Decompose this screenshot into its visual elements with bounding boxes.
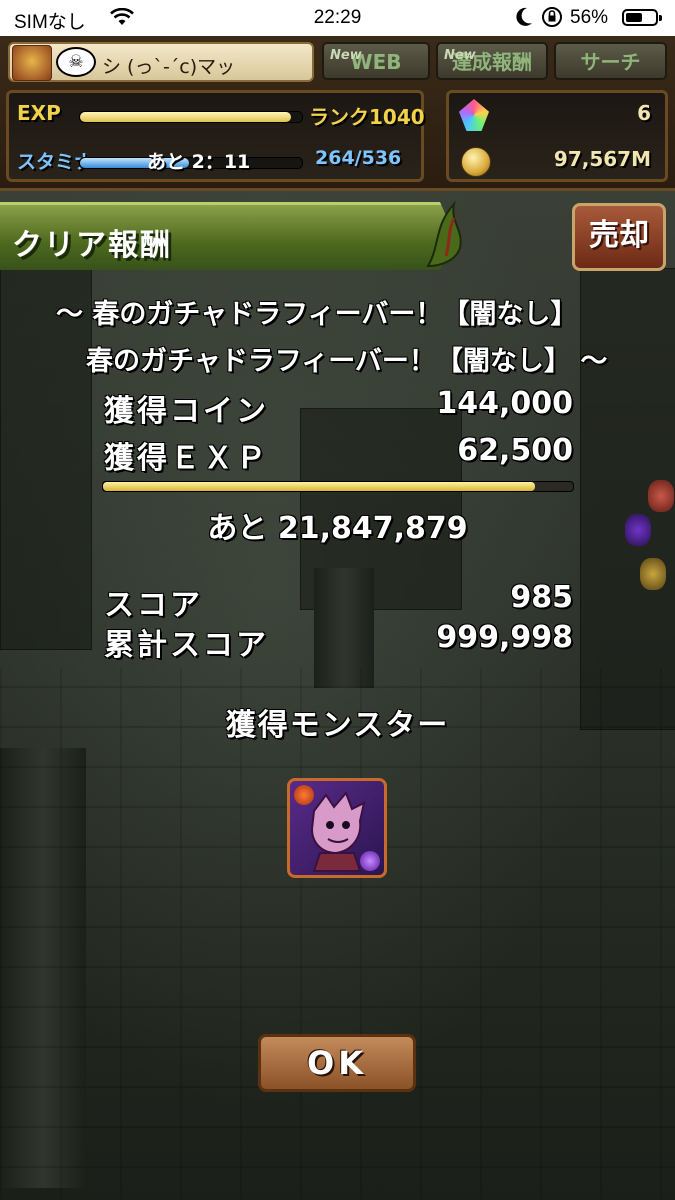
web-button[interactable]: New WEB [322, 42, 430, 80]
page-title: クリア報酬 [12, 228, 172, 263]
exp-reward-value: 62,500 [457, 433, 573, 468]
coin-reward-label: 獲得コイン [104, 394, 269, 429]
exp-remaining: あと 21,847,879 [207, 511, 468, 546]
header-top-row: ☠ シ (っ`-´c)マッ New WEB New 達成報酬 サーチ [4, 40, 671, 84]
emblem-icon: ☠ [56, 47, 96, 77]
stamina-value: 264/536 [315, 147, 402, 169]
coin-count: 97,567M [553, 147, 651, 171]
search-button[interactable]: サーチ [554, 42, 667, 80]
orientation-lock-icon [542, 7, 562, 27]
currency-panel: 6 97,567M [446, 90, 668, 182]
player-header: ☠ シ (っ`-´c)マッ New WEB New 達成報酬 サーチ EXP ラ… [0, 36, 675, 191]
coin-reward-value: 144,000 [436, 386, 573, 421]
avatar-icon [12, 45, 52, 81]
coin-icon [461, 147, 491, 177]
player-name: シ (っ`-´c)マッ [102, 56, 236, 78]
title-banner: クリア報酬 [0, 202, 455, 270]
rank-value: ランク1040 [309, 105, 425, 129]
monster-heading: 獲得モンスター [225, 708, 450, 743]
exp-label: EXP [17, 101, 61, 125]
total-score-value: 999,998 [436, 620, 573, 655]
exp-stamina-panel: EXP ランク1040 スタミナ あと 2：11 264/536 [6, 90, 425, 182]
dungeon-name-line1: ～ 春のガチャドラフィーバー！【闇なし】 [56, 299, 578, 330]
dungeon-floor [0, 668, 675, 1200]
battery-percent: 56% [570, 7, 609, 28]
ios-status-bar: SIMなし 22:29 56% [0, 0, 675, 36]
dungeon-name-line2: 春のガチャドラフィーバー！【闇なし】 ～ [86, 346, 608, 377]
exp-bar [79, 111, 303, 123]
stamina-timer: あと 2：11 [147, 151, 251, 173]
sell-button[interactable]: 売却 [572, 203, 666, 271]
rank-progress-bar [102, 481, 574, 492]
ok-button[interactable]: OK [258, 1034, 416, 1092]
yellow-gem-decoration [640, 558, 666, 590]
dark-attribute-icon [360, 851, 380, 871]
player-name-box[interactable]: ☠ シ (っ`-´c)マッ [8, 42, 314, 82]
battery-icon [622, 9, 662, 26]
new-badge: New [444, 48, 476, 63]
total-score-label: 累計スコア [104, 628, 269, 663]
score-value: 985 [510, 580, 573, 615]
moon-icon [516, 7, 532, 26]
exp-reward-label: 獲得ＥＸＰ [104, 441, 269, 476]
monster-card[interactable] [287, 778, 387, 878]
dragon-wing-icon [426, 200, 462, 268]
magic-stone-count: 6 [637, 101, 651, 125]
new-badge: New [330, 48, 362, 63]
achievement-reward-button[interactable]: New 達成報酬 [436, 42, 548, 80]
score-label: スコア [104, 588, 203, 623]
magic-stone-icon [459, 99, 489, 131]
